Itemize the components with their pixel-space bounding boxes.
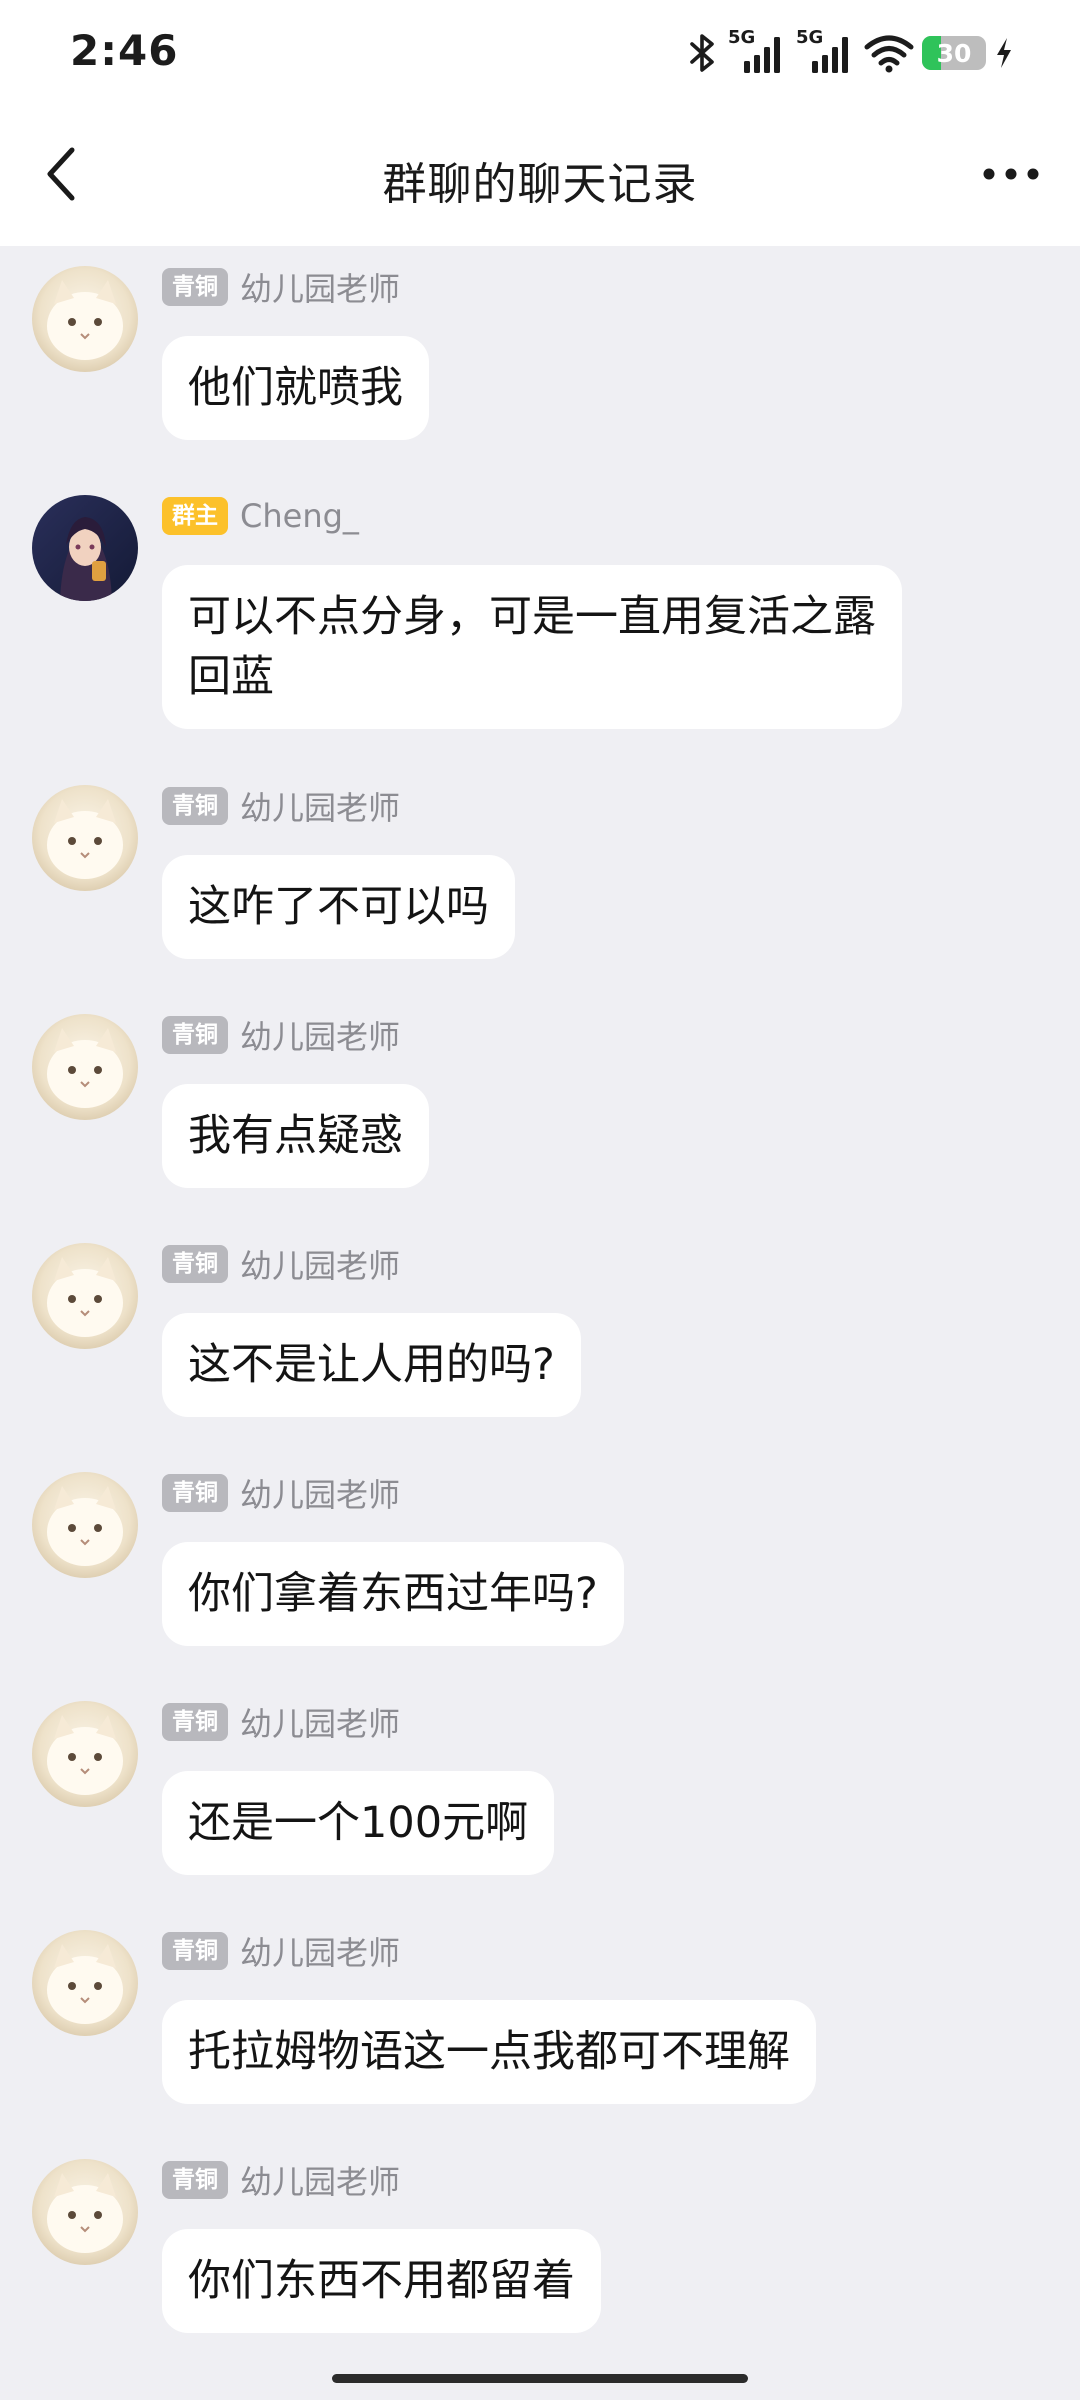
message-item: 青铜 幼儿园老师 他们就喷我: [0, 246, 1080, 475]
back-button[interactable]: [22, 136, 102, 216]
sender-name[interactable]: 幼儿园老师: [240, 2157, 400, 2203]
sender-name[interactable]: 幼儿园老师: [240, 1241, 400, 1287]
message-bubble[interactable]: 他们就喷我: [162, 336, 429, 440]
message-bubble[interactable]: 这咋了不可以吗: [162, 855, 515, 959]
cat-avatar[interactable]: [32, 785, 138, 891]
message-bubble[interactable]: 托拉姆物语这一点我都可不理解: [162, 2000, 816, 2104]
rank-badge: 青铜: [162, 1245, 228, 1283]
message-bubble[interactable]: 你们东西不用都留着: [162, 2229, 601, 2333]
cat-avatar[interactable]: [32, 1243, 138, 1349]
cat-avatar[interactable]: [32, 2159, 138, 2265]
message-item: 青铜 幼儿园老师 你们东西不用都留着: [0, 2139, 1080, 2368]
rank-badge: 青铜: [162, 1703, 228, 1741]
message-item: 青铜 幼儿园老师 这咋了不可以吗: [0, 765, 1080, 994]
sender-line: 青铜 幼儿园老师: [162, 1472, 400, 1514]
wifi-icon: [864, 33, 914, 73]
bluetooth-icon: [686, 33, 720, 73]
sender-name[interactable]: 幼儿园老师: [240, 1928, 400, 1974]
sender-name[interactable]: 幼儿园老师: [240, 1012, 400, 1058]
sender-name[interactable]: 幼儿园老师: [240, 264, 400, 310]
rank-badge: 青铜: [162, 268, 228, 306]
sender-line: 青铜 幼儿园老师: [162, 1243, 400, 1285]
message-item: 青铜 幼儿园老师 还是一个100元啊: [0, 1681, 1080, 1910]
network-label: 5G: [796, 27, 824, 48]
cat-avatar[interactable]: [32, 1701, 138, 1807]
message-bubble[interactable]: 还是一个100元啊: [162, 1771, 555, 1875]
more-button[interactable]: [966, 136, 1056, 216]
rank-badge: 青铜: [162, 787, 228, 825]
sender-line: 青铜 幼儿园老师: [162, 1014, 400, 1056]
cat-avatar[interactable]: [32, 1930, 138, 2036]
charging-icon: [994, 36, 1014, 70]
message-bubble[interactable]: 可以不点分身，可是一直用复活之露回蓝: [162, 565, 902, 729]
signal-icon: 5G: [796, 27, 856, 75]
status-time: 2:46: [70, 26, 179, 75]
sender-line: 群主 Cheng_: [162, 495, 359, 537]
sender-name[interactable]: 幼儿园老师: [240, 1470, 400, 1516]
message-bubble[interactable]: 你们拿着东西过年吗?: [162, 1542, 624, 1646]
sender-line: 青铜 幼儿园老师: [162, 2159, 400, 2201]
sender-name[interactable]: Cheng_: [240, 497, 359, 535]
cat-avatar[interactable]: [32, 266, 138, 372]
sender-name[interactable]: 幼儿园老师: [240, 783, 400, 829]
status-icons: 5G 5G 30: [686, 27, 1014, 78]
home-indicator[interactable]: [332, 2374, 748, 2383]
rank-badge: 青铜: [162, 1474, 228, 1512]
signal-icon: 5G: [728, 27, 788, 75]
message-item: 青铜 幼儿园老师 托拉姆物语这一点我都可不理解: [0, 1910, 1080, 2139]
network-label: 5G: [728, 27, 756, 48]
message-item: 青铜 幼儿园老师 你们拿着东西过年吗?: [0, 1452, 1080, 1681]
cat-avatar[interactable]: [32, 1472, 138, 1578]
anime-avatar[interactable]: [32, 495, 138, 601]
sender-name[interactable]: 幼儿园老师: [240, 1699, 400, 1745]
status-bar: 2:46 5G 5G 30: [0, 0, 1080, 106]
sender-line: 青铜 幼儿园老师: [162, 785, 400, 827]
rank-badge: 青铜: [162, 2161, 228, 2199]
message-item: 青铜 幼儿园老师 这不是让人用的吗?: [0, 1223, 1080, 1452]
sender-line: 青铜 幼儿园老师: [162, 266, 400, 308]
chevron-left-icon: [42, 144, 82, 208]
battery-level: 30: [936, 38, 972, 68]
rank-badge: 青铜: [162, 1932, 228, 1970]
message-bubble[interactable]: 这不是让人用的吗?: [162, 1313, 581, 1417]
more-dots-icon: [981, 166, 1041, 186]
sender-line: 青铜 幼儿园老师: [162, 1930, 400, 1972]
message-bubble[interactable]: 我有点疑惑: [162, 1084, 429, 1188]
owner-badge: 群主: [162, 497, 228, 535]
nav-bar: 群聊的聊天记录: [0, 106, 1080, 246]
rank-badge: 青铜: [162, 1016, 228, 1054]
cat-avatar[interactable]: [32, 1014, 138, 1120]
battery-icon: 30: [922, 36, 986, 70]
page-title: 群聊的聊天记录: [382, 159, 698, 210]
message-item: 群主 Cheng_ 可以不点分身，可是一直用复活之露回蓝: [0, 475, 1080, 765]
sender-line: 青铜 幼儿园老师: [162, 1701, 400, 1743]
chat-list[interactable]: 青铜 幼儿园老师 他们就喷我 群主 Cheng_ 可以不点分身，可是一直用复活之…: [0, 246, 1080, 2368]
message-item: 青铜 幼儿园老师 我有点疑惑: [0, 994, 1080, 1223]
